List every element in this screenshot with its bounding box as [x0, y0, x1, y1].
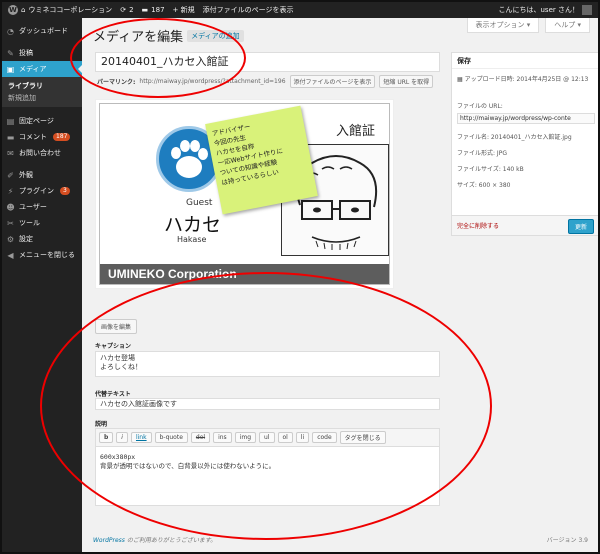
upload-date: ▦ アップロード日時: 2014年4月25日 @ 12:13 — [457, 76, 589, 83]
dashboard-icon: ◔ — [7, 26, 14, 36]
footer-version: バージョン 3.9 — [546, 537, 588, 544]
sidebar-item-library[interactable]: ライブラリ — [2, 80, 82, 92]
comment-icon: ▬ — [6, 132, 15, 142]
brush-icon: ✐ — [7, 170, 14, 180]
sidebar-item-media[interactable]: ▣ メディア — [2, 61, 83, 77]
sidebar-collapse[interactable]: ◀ メニューを閉じる — [2, 247, 82, 263]
greeting-text[interactable]: こんにちは、user さん！ — [499, 5, 580, 15]
sidebar-item-pages[interactable]: ▤ 固定ページ — [2, 113, 82, 129]
plug-icon: ⚡ — [7, 186, 14, 196]
file-name: ファイル名: 20140401_ハカセ入館証.jpg — [457, 134, 572, 141]
sticky-note: アドバイザー 今回の先生 ハカセを自称 一応Webサイト作りに ついての知識や経… — [205, 105, 318, 215]
quicktag-ol[interactable]: ol — [277, 432, 293, 443]
site-name-link[interactable]: ウミネココーポレーション — [28, 5, 112, 15]
quicktag-italic[interactable]: i — [116, 432, 128, 443]
edit-image-button[interactable]: 画像を編集 — [95, 319, 138, 334]
sidebar-item-posts[interactable]: ✎ 投稿 — [2, 45, 82, 61]
caption-label: キャプション — [95, 343, 132, 350]
wordpress-logo-icon[interactable]: W — [8, 5, 18, 15]
card-romaji: Hakase — [177, 235, 207, 244]
sidebar-item-plugins[interactable]: ⚡ プラグイン 3 — [2, 183, 82, 199]
permalink-row: パーマリンク: http://maiway.jp/wordpress/?atta… — [97, 75, 434, 88]
page-title: メディアを編集 メディアの追加 — [93, 26, 244, 45]
quicktag-code[interactable]: code — [312, 432, 337, 443]
main-content: メディアを編集 メディアの追加 20140401_ハカセ入館証 パーマリンク: … — [90, 22, 598, 552]
card-guest-label: Guest — [186, 198, 213, 208]
sidebar-item-users[interactable]: ☻ ユーザー — [2, 199, 82, 215]
quicktag-bold[interactable]: b — [99, 432, 114, 443]
plugins-badge: 3 — [60, 187, 70, 195]
id-card-image: Guest ハカセ Hakase 入館証 UMINEKO Corporation… — [99, 103, 390, 285]
mail-icon: ✉ — [7, 148, 14, 158]
caption-textarea[interactable]: ハカセ登場 よろしくね！ — [95, 351, 440, 377]
attachment-title-input[interactable]: 20140401_ハカセ入館証 — [95, 52, 440, 72]
quicktag-li[interactable]: li — [295, 432, 310, 443]
settings-icon: ⚙ — [6, 234, 15, 244]
quicktag-img[interactable]: img — [234, 432, 257, 443]
updates-icon[interactable]: ⟳ — [120, 6, 126, 14]
alt-text-input[interactable]: ハカセの入館証画像です — [95, 398, 440, 410]
dimensions: サイズ: 600 × 380 — [457, 182, 511, 189]
save-metabox-heading: 保存 — [452, 53, 598, 69]
avatar[interactable] — [582, 5, 592, 15]
home-icon: ⌂ — [21, 6, 26, 14]
alt-text-label: 代替テキスト — [95, 391, 131, 398]
update-button[interactable]: 更新 — [567, 219, 594, 234]
screenshot-frame: W ⌂ ウミネココーポレーション ⟳ 2 ▬ 187 + 新規 添付ファイルのペー… — [0, 0, 600, 554]
comments-badge: 187 — [53, 133, 71, 141]
quicktags-toolbar: b i link b-quote del ins img ul ol li co… — [96, 429, 439, 447]
admin-bar: W ⌂ ウミネココーポレーション ⟳ 2 ▬ 187 + 新規 添付ファイルのペー… — [2, 2, 598, 18]
get-shortlink-button[interactable]: 短縮 URL を取得 — [379, 75, 434, 88]
pin-icon: ✎ — [7, 48, 14, 58]
sidebar-item-comments[interactable]: ▬ コメント 187 — [2, 129, 82, 145]
image-preview: Guest ハカセ Hakase 入館証 UMINEKO Corporation… — [95, 99, 394, 289]
media-submenu: ライブラリ 新規追加 — [2, 77, 82, 107]
active-arrow — [78, 64, 83, 74]
permalink-url[interactable]: http://maiway.jp/wordpress/?attachment_i… — [139, 78, 285, 85]
sidebar-item-settings[interactable]: ⚙ 設定 — [2, 231, 82, 247]
description-label: 説明 — [95, 421, 108, 428]
user-icon: ☻ — [6, 202, 15, 212]
sidebar-item-appearance[interactable]: ✐ 外観 — [2, 167, 82, 183]
sidebar-item-add-new[interactable]: 新規追加 — [2, 92, 82, 104]
view-attachment-link[interactable]: 添付ファイルのページを表示 — [203, 5, 294, 15]
description-textarea[interactable]: 600x380px 背景が透明ではないので、白背景以外には使わないように。 — [96, 447, 439, 477]
add-media-button[interactable]: メディアの追加 — [187, 29, 244, 42]
quicktag-blockquote[interactable]: b-quote — [154, 432, 188, 443]
company-bar: UMINEKO Corporation — [100, 264, 389, 284]
file-url-input[interactable]: http://maiway.jp/wordpress/wp-conte — [457, 113, 595, 124]
card-pass-label: 入館証 — [335, 124, 375, 139]
save-metabox-footer: 完全に削除する 更新 — [452, 215, 598, 235]
comment-icon[interactable]: ▬ — [142, 6, 149, 14]
collapse-icon: ◀ — [7, 250, 14, 260]
delete-permanently-link[interactable]: 完全に削除する — [457, 221, 499, 230]
media-icon: ▣ — [6, 64, 15, 74]
file-size: ファイルサイズ: 140 kB — [457, 166, 524, 173]
sidebar-item-tools[interactable]: ✂ ツール — [2, 215, 82, 231]
new-content-link[interactable]: + 新規 — [173, 5, 195, 15]
sidebar-item-contact[interactable]: ✉ お問い合わせ — [2, 145, 82, 161]
page-icon: ▤ — [6, 116, 15, 126]
comments-count[interactable]: 187 — [151, 6, 164, 14]
wrench-icon: ✂ — [7, 218, 14, 228]
wordpress-link[interactable]: WordPress — [93, 537, 125, 544]
quicktag-link[interactable]: link — [130, 432, 152, 443]
save-metabox: 保存 ▦ アップロード日時: 2014年4月25日 @ 12:13 ファイルの … — [451, 52, 598, 236]
quicktag-ul[interactable]: ul — [259, 432, 275, 443]
footer-thanks: WordPress のご利用ありがとうございます。 — [93, 537, 217, 544]
file-type: ファイル形式: JPG — [457, 150, 507, 157]
calendar-icon: ▦ — [457, 76, 463, 83]
sidebar-item-dashboard[interactable]: ◔ ダッシュボード — [2, 23, 82, 39]
quicktag-ins[interactable]: ins — [213, 432, 232, 443]
admin-sidebar: ◔ ダッシュボード ✎ 投稿 ▣ メディア ライブラリ 新規追加 ▤ 固定ページ… — [2, 18, 83, 552]
view-attachment-button[interactable]: 添付ファイルのページを表示 — [289, 75, 376, 88]
description-editor: b i link b-quote del ins img ul ol li co… — [95, 428, 440, 506]
permalink-label: パーマリンク: — [97, 79, 136, 86]
quicktag-close-tags[interactable]: タグを閉じる — [339, 431, 386, 444]
card-name: ハカセ — [164, 214, 222, 236]
file-url-label: ファイルの URL: — [457, 103, 503, 110]
quicktag-del[interactable]: del — [190, 432, 211, 443]
